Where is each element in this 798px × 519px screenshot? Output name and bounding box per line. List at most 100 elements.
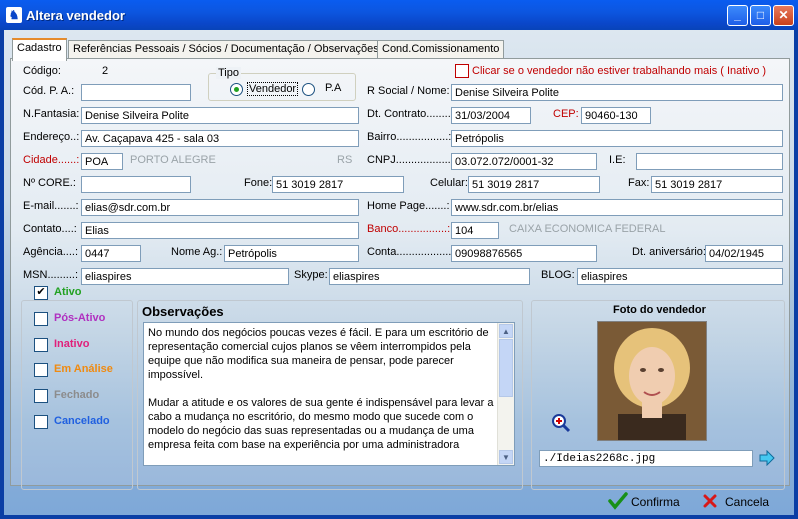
core-label: Nº CORE.: — [23, 177, 76, 189]
dt-aniversario-label: Dt. aniversário: — [632, 246, 706, 258]
agencia-label: Agência....: — [23, 246, 79, 258]
rsocial-input[interactable]: Denise Silveira Polite — [451, 84, 783, 101]
cnpj-label: CNPJ..................: — [367, 154, 454, 166]
status-cancelado-checkbox[interactable] — [34, 415, 48, 429]
fax-label: Fax: — [628, 177, 650, 189]
conta-input[interactable]: 09098876565 — [451, 245, 597, 262]
scroll-thumb[interactable] — [499, 339, 513, 397]
tab-comissionamento[interactable]: Cond.Comissionamento — [377, 40, 505, 59]
cancel-button[interactable]: Cancela — [725, 495, 769, 509]
celular-input[interactable]: 51 3019 2817 — [468, 176, 600, 193]
codigo-label: Código: — [23, 65, 61, 77]
status-pos-ativo-label: Pós-Ativo — [54, 312, 106, 324]
banco-name: CAIXA ECONOMICA FEDERAL — [509, 223, 666, 235]
status-fechado-checkbox[interactable] — [34, 389, 48, 403]
fone-input[interactable]: 51 3019 2817 — [272, 176, 404, 193]
seller-photo — [597, 321, 707, 444]
status-pos-ativo-checkbox[interactable] — [34, 312, 48, 326]
tab-referencias[interactable]: Referências Pessoais / Sócios / Document… — [68, 40, 384, 59]
dt-aniversario-input[interactable]: 04/02/1945 — [705, 245, 783, 262]
observacoes-paragraph-1: No mundo dos negócios poucas vezes é fác… — [148, 327, 489, 381]
cidade-label: Cidade......: — [23, 154, 80, 166]
bairro-input[interactable]: Petrópolis — [451, 130, 783, 147]
tab-panel-cadastro: Código: 2 Tipo Vendedor P.A Clicar se o … — [10, 58, 790, 490]
cnpj-input[interactable]: 03.072.072/0001-32 — [451, 153, 597, 170]
endereco-input[interactable]: Av. Caçapava 425 - sala 03 — [81, 130, 359, 147]
homepage-input[interactable]: www.sdr.com.br/elias — [451, 199, 783, 216]
status-ativo-label: Ativo — [54, 286, 82, 298]
client-area: Cadastro Referências Pessoais / Sócios /… — [4, 30, 794, 515]
fone-label: Fone: — [244, 177, 273, 189]
status-em-analise-checkbox[interactable] — [34, 363, 48, 377]
email-label: E-mail.......: — [23, 200, 79, 212]
tab-cadastro[interactable]: Cadastro — [12, 38, 67, 61]
cod-pa-label: Cód. P. A.: — [23, 85, 75, 97]
observacoes-textarea[interactable]: No mundo dos negócios poucas vezes é fác… — [143, 322, 515, 466]
skype-input[interactable]: eliaspires — [329, 268, 530, 285]
blog-input[interactable]: eliaspires — [577, 268, 783, 285]
foto-path-input[interactable]: ./Ideias2268c.jpg — [539, 450, 753, 467]
contato-label: Contato....: — [23, 223, 77, 235]
tipo-vendedor-label[interactable]: Vendedor — [247, 82, 299, 96]
status-inativo-checkbox[interactable] — [34, 338, 48, 352]
endereco-label: Endereço..: — [23, 131, 80, 143]
window-title: Altera vendedor — [26, 8, 125, 23]
foto-browse-arrow-icon[interactable] — [759, 449, 775, 467]
inativo-checkbox[interactable] — [455, 64, 469, 78]
seller-photo-image — [598, 322, 706, 444]
cep-input[interactable]: 90460-130 — [581, 107, 651, 124]
nome-ag-label: Nome Ag.: — [171, 246, 223, 258]
email-input[interactable]: elias@sdr.com.br — [81, 199, 359, 216]
tipo-pa-label[interactable]: P.A — [325, 82, 341, 94]
cidade-code-input[interactable]: POA — [81, 153, 123, 170]
skype-label: Skype: — [294, 269, 328, 281]
scroll-down-arrow-icon[interactable]: ▼ — [499, 450, 513, 464]
tipo-label: Tipo — [216, 67, 241, 79]
status-ativo-checkbox[interactable]: ✔ — [34, 286, 48, 300]
tipo-vendedor-radio[interactable] — [230, 83, 243, 96]
contato-input[interactable]: Elias — [81, 222, 359, 239]
tipo-pa-radio[interactable] — [302, 83, 315, 96]
agencia-input[interactable]: 0447 — [81, 245, 141, 262]
bairro-label: Bairro.................: — [367, 131, 452, 143]
dt-contrato-input[interactable]: 31/03/2004 — [451, 107, 531, 124]
rsocial-label: R Social / Nome: — [367, 85, 450, 97]
core-input[interactable] — [81, 176, 191, 193]
status-em-analise-label: Em Análise — [54, 363, 113, 375]
app-icon: ♞ — [6, 7, 22, 23]
observacoes-paragraph-2: Mudar a atitude e os valores de sua gent… — [148, 397, 494, 451]
nfantasia-input[interactable]: Denise Silveira Polite — [81, 107, 359, 124]
cod-pa-input[interactable] — [81, 84, 191, 101]
confirm-button[interactable]: Confirma — [631, 495, 680, 509]
minimize-button[interactable]: _ — [727, 5, 748, 26]
close-button[interactable]: ✕ — [773, 5, 794, 26]
homepage-label: Home Page.......: — [367, 200, 450, 212]
fax-input[interactable]: 51 3019 2817 — [651, 176, 783, 193]
confirm-check-icon[interactable] — [608, 492, 628, 510]
status-cancelado-label: Cancelado — [54, 415, 110, 427]
nfantasia-label: N.Fantasia: — [23, 108, 80, 120]
cidade-uf: RS — [337, 154, 353, 166]
title-bar[interactable]: ♞ Altera vendedor _ □ ✕ — [0, 0, 798, 30]
blog-label: BLOG: — [541, 269, 575, 281]
cidade-name: PORTO ALEGRE — [130, 154, 216, 166]
ie-input[interactable] — [636, 153, 783, 170]
observacoes-title: Observações — [142, 304, 224, 319]
conta-label: Conta..................: — [367, 246, 455, 258]
nome-ag-input[interactable]: Petrópolis — [224, 245, 359, 262]
inativo-checkbox-label: Clicar se o vendedor não estiver trabalh… — [472, 65, 767, 77]
msn-input[interactable]: eliaspires — [81, 268, 289, 285]
observacoes-scrollbar[interactable]: ▲ ▼ — [497, 323, 514, 465]
banco-label: Banco................: — [367, 223, 451, 235]
scroll-up-arrow-icon[interactable]: ▲ — [499, 324, 513, 338]
dialog-window: ♞ Altera vendedor _ □ ✕ Cadastro Referên… — [0, 0, 798, 519]
zoom-in-icon[interactable] — [551, 413, 571, 433]
banco-input[interactable]: 104 — [451, 222, 499, 239]
cep-label: CEP: — [553, 108, 579, 120]
cancel-x-icon[interactable] — [703, 494, 717, 508]
status-fechado-label: Fechado — [54, 389, 100, 401]
msn-label: MSN.........: — [23, 269, 79, 281]
maximize-button[interactable]: □ — [750, 5, 771, 26]
foto-title: Foto do vendedor — [613, 304, 706, 316]
codigo-value: 2 — [102, 65, 109, 77]
